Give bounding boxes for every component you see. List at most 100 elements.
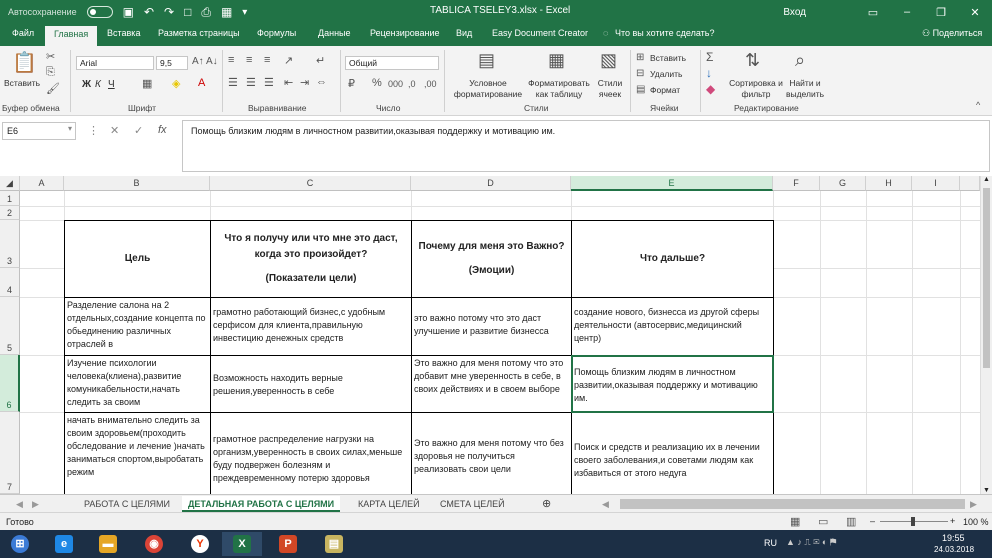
language-indicator[interactable]: RU bbox=[764, 538, 777, 548]
tab-formulas[interactable]: Формулы bbox=[257, 28, 296, 38]
paste-icon[interactable]: 📋 bbox=[12, 50, 37, 75]
font-name-select[interactable]: Arial bbox=[76, 56, 154, 70]
align-top-icon[interactable]: ≡ bbox=[228, 54, 234, 66]
print-preview-icon[interactable]: ⎙ bbox=[201, 5, 211, 20]
cell-b5[interactable]: Разделение салона на 2 отдельных,создани… bbox=[64, 297, 211, 356]
percent-icon[interactable]: % bbox=[372, 77, 382, 89]
cell-d6[interactable]: Это важно для меня потому что это добави… bbox=[411, 355, 572, 413]
number-format-select[interactable]: Общий bbox=[345, 56, 439, 70]
cell-b7[interactable]: начать внимательно следить за своим здор… bbox=[64, 412, 211, 494]
add-sheet-icon[interactable]: ⊕ bbox=[536, 496, 557, 512]
worksheet-grid[interactable]: ◢ A B C D E F G H I 1 2 3 4 5 6 7 Цель Ч… bbox=[0, 176, 992, 494]
underline-button[interactable]: Ч bbox=[108, 79, 115, 90]
enter-icon[interactable]: ✓ bbox=[134, 124, 143, 137]
tab-view[interactable]: Вид bbox=[456, 28, 472, 38]
column-header-i[interactable]: I bbox=[912, 176, 960, 191]
page-layout-icon[interactable]: ▭ bbox=[818, 515, 828, 528]
sheet-tab-4[interactable]: СМЕТА ЦЕЛЕЙ bbox=[434, 496, 511, 512]
page-break-icon[interactable]: ▥ bbox=[846, 515, 856, 528]
vertical-scroll-thumb[interactable] bbox=[983, 188, 990, 368]
sheet-tab-1[interactable]: РАБОТА С ЦЕЛЯМИ bbox=[78, 496, 176, 512]
outdent-icon[interactable]: ⇥ bbox=[300, 76, 309, 89]
delete-cells-icon[interactable]: ⊟ bbox=[636, 68, 644, 79]
decrease-decimal-icon[interactable]: ,00 bbox=[424, 79, 437, 89]
next-sheet-icon[interactable]: ▶ bbox=[26, 496, 45, 512]
comma-style-icon[interactable]: 000 bbox=[388, 79, 403, 89]
taskbar-chrome[interactable]: ◉ bbox=[134, 532, 174, 556]
tab-review[interactable]: Рецензирование bbox=[370, 28, 440, 38]
clock-time[interactable]: 19:55 bbox=[942, 533, 965, 543]
namebox-dropdown-icon[interactable]: ▾ bbox=[68, 124, 72, 133]
format-table-icon[interactable]: ▦ bbox=[548, 50, 565, 71]
collapse-ribbon-icon[interactable]: ^ bbox=[976, 100, 980, 110]
minimize-button[interactable]: – bbox=[890, 6, 924, 18]
column-header-a[interactable]: A bbox=[20, 176, 64, 191]
scroll-up-icon[interactable]: ▲ bbox=[983, 176, 990, 183]
taskbar-app[interactable]: ▤ bbox=[314, 532, 354, 556]
increase-font-icon[interactable]: A↑ bbox=[192, 56, 204, 67]
insert-function-icon[interactable]: fx bbox=[158, 124, 167, 136]
format-cells-button[interactable]: Формат bbox=[650, 85, 680, 95]
copy-icon[interactable]: ⎘ bbox=[46, 66, 55, 79]
tray-icons[interactable]: ▲ ♪ ⎍ ✉ ◐ ⚑ bbox=[786, 537, 836, 548]
find-select-button[interactable]: Найти и выделить bbox=[780, 78, 830, 100]
taskbar-explorer[interactable]: ▬ bbox=[88, 532, 128, 556]
taskbar-ie[interactable]: e bbox=[44, 532, 84, 556]
sheet-tab-2[interactable]: ДЕТАЛЬНАЯ РАБОТА С ЦЕЛЯМИ bbox=[182, 496, 341, 512]
fill-color-icon[interactable]: ◈ bbox=[172, 77, 180, 90]
wrap-text-icon[interactable]: ↵ bbox=[316, 54, 325, 67]
autosave-toggle[interactable] bbox=[86, 6, 113, 18]
grid-icon[interactable]: ▦ bbox=[221, 5, 232, 19]
cell-c6[interactable]: Возможность находить верные решения,увер… bbox=[210, 355, 412, 413]
undo-icon[interactable]: ↶ bbox=[144, 5, 154, 19]
conditional-format-button[interactable]: Условное форматирование bbox=[448, 78, 528, 100]
italic-button[interactable]: К bbox=[95, 79, 101, 90]
format-as-table-button[interactable]: Форматировать как таблицу bbox=[526, 78, 592, 100]
sheet-tab-3[interactable]: КАРТА ЦЕЛЕЙ bbox=[352, 496, 426, 512]
column-header-g[interactable]: G bbox=[820, 176, 866, 191]
row-header-6[interactable]: 6 bbox=[0, 355, 20, 412]
normal-view-icon[interactable]: ▦ bbox=[790, 515, 800, 528]
tab-insert[interactable]: Вставка bbox=[107, 28, 140, 38]
column-header-h[interactable]: H bbox=[866, 176, 912, 191]
cell-b6[interactable]: Изучение психологии человека(клиена),раз… bbox=[64, 355, 211, 413]
clock-date[interactable]: 24.03.2018 bbox=[934, 545, 974, 554]
cut-icon[interactable]: ✂ bbox=[46, 50, 55, 63]
font-color-icon[interactable]: A bbox=[198, 77, 205, 89]
cell-styles-icon[interactable]: ▧ bbox=[600, 50, 617, 71]
column-header-e[interactable]: E bbox=[571, 176, 773, 191]
format-cells-icon[interactable]: ▤ bbox=[636, 84, 645, 95]
cancel-icon[interactable]: ✕ bbox=[110, 124, 119, 137]
tell-me-input[interactable]: Что вы хотите сделать? bbox=[615, 28, 715, 38]
save-icon[interactable]: ▣ bbox=[123, 5, 134, 19]
row-header-7[interactable]: 7 bbox=[0, 412, 20, 494]
sign-in-link[interactable]: Вход bbox=[783, 7, 806, 18]
cell-e5[interactable]: создание нового, бизнесса из другой сфер… bbox=[571, 297, 774, 356]
column-header-c[interactable]: C bbox=[210, 176, 411, 191]
cell-styles-button[interactable]: Стили ячеек bbox=[592, 78, 628, 100]
align-center-icon[interactable]: ☰ bbox=[246, 76, 256, 89]
cell-e7[interactable]: Поиск и средств и реализацию их в лечени… bbox=[571, 412, 774, 494]
delete-cells-button[interactable]: Удалить bbox=[650, 69, 682, 79]
cell-e6[interactable]: Помощь близким людям в личностном развит… bbox=[571, 355, 774, 413]
hscroll-left-icon[interactable]: ◀ bbox=[596, 496, 615, 512]
sort-filter-button[interactable]: Сортировка и фильтр bbox=[728, 78, 784, 100]
cell-d7[interactable]: Это важно для меня потому что без здоров… bbox=[411, 412, 572, 494]
align-middle-icon[interactable]: ≡ bbox=[246, 54, 252, 66]
paste-button[interactable]: Вставить bbox=[4, 78, 40, 88]
taskbar-powerpoint[interactable]: P bbox=[268, 532, 308, 556]
header-cell-why[interactable]: Почему для меня это Важно? (Эмоции) bbox=[411, 220, 572, 298]
autosum-icon[interactable]: Σ bbox=[706, 50, 713, 64]
insert-cells-icon[interactable]: ⊞ bbox=[636, 52, 644, 63]
sort-filter-icon[interactable]: ⇅ bbox=[745, 50, 760, 71]
row-header-2[interactable]: 2 bbox=[0, 206, 20, 220]
taskbar-yandex[interactable]: Y bbox=[180, 532, 220, 556]
orientation-icon[interactable]: ↗ bbox=[284, 54, 293, 67]
options-dots-icon[interactable]: ⋮ bbox=[88, 124, 99, 137]
align-left-icon[interactable]: ☰ bbox=[228, 76, 238, 89]
maximize-button[interactable]: ❐ bbox=[924, 6, 958, 19]
align-right-icon[interactable]: ☰ bbox=[264, 76, 274, 89]
merge-center-icon[interactable]: ⇔ bbox=[316, 76, 327, 88]
zoom-level[interactable]: 100 % bbox=[963, 517, 989, 527]
borders-icon[interactable]: ▦ bbox=[142, 77, 152, 90]
